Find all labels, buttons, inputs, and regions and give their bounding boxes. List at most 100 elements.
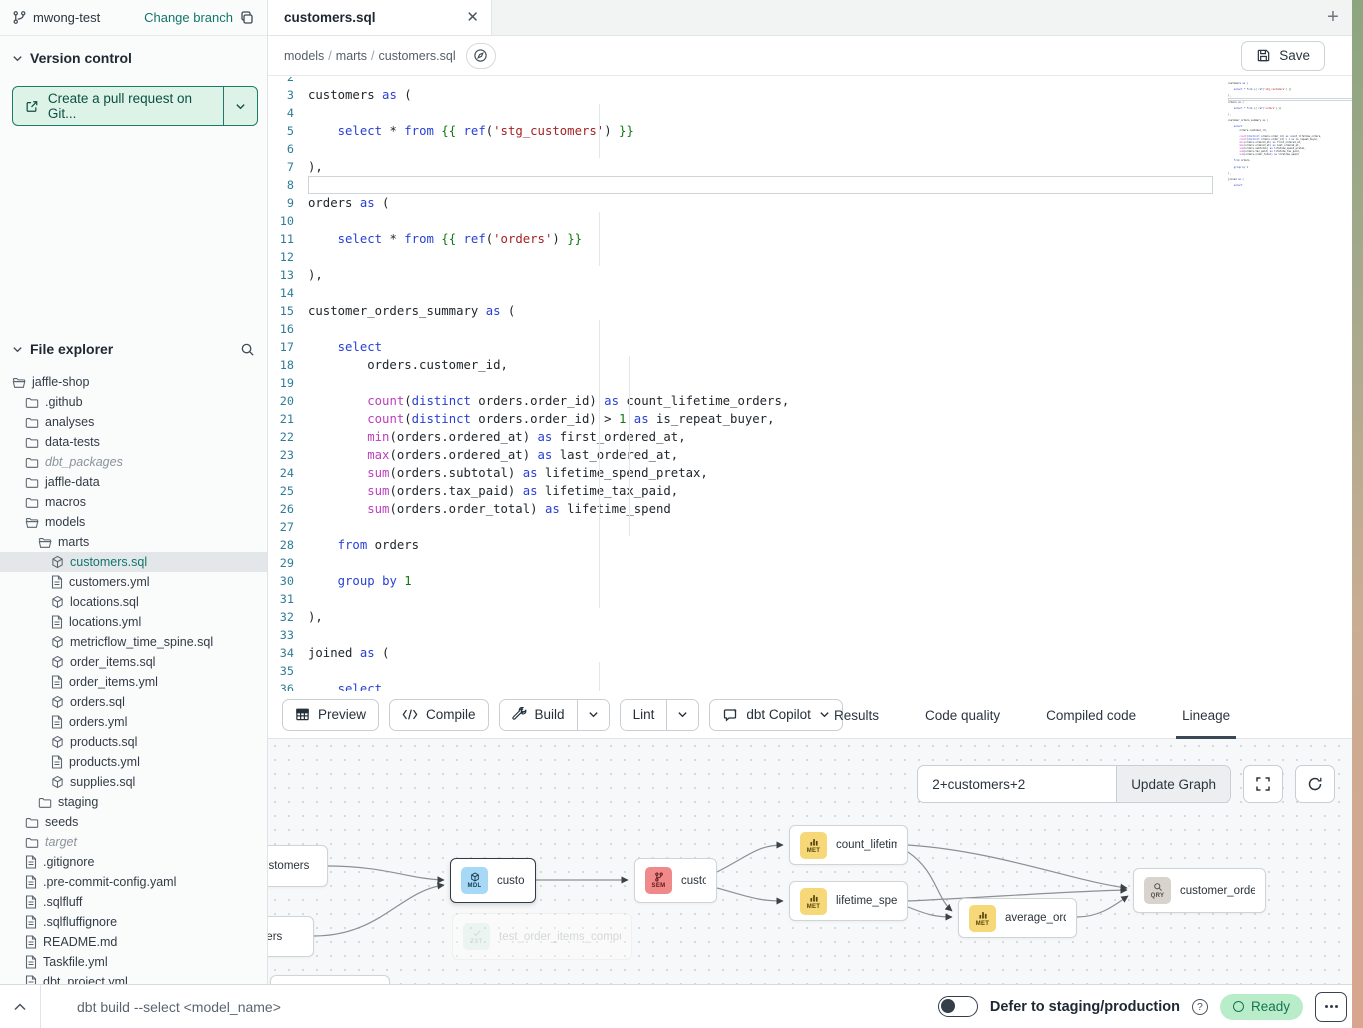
code-line-18[interactable]: 18 orders.customer_id, bbox=[268, 356, 1352, 374]
tree-item-locations-yml[interactable]: locations.yml bbox=[0, 612, 267, 632]
code-line-34[interactable]: 34joined as ( bbox=[268, 644, 1352, 662]
code-line-20[interactable]: 20 count(distinct orders.order_id) as co… bbox=[268, 392, 1352, 410]
code-editor[interactable]: 23customers as (45 select * from {{ ref(… bbox=[268, 77, 1352, 691]
panel-tab-results[interactable]: Results bbox=[828, 691, 885, 739]
search-icon[interactable] bbox=[240, 342, 255, 357]
tree-item--pre-commit-config-yaml[interactable]: .pre-commit-config.yaml bbox=[0, 872, 267, 892]
preview-button[interactable]: Preview bbox=[282, 699, 379, 731]
tree-item--sqlfluffignore[interactable]: .sqlfluffignore bbox=[0, 912, 267, 932]
code-line-25[interactable]: 25 sum(orders.tax_paid) as lifetime_tax_… bbox=[268, 482, 1352, 500]
lineage-node-lifetime_spend_pretax[interactable]: METlifetime_spend_pretax bbox=[789, 881, 908, 921]
tree-item-customers-yml[interactable]: customers.yml bbox=[0, 572, 267, 592]
tree-item-target[interactable]: target bbox=[0, 832, 267, 852]
collapse-panel-button[interactable] bbox=[0, 1003, 40, 1011]
code-line-10[interactable]: 10 bbox=[268, 212, 1352, 230]
refresh-button[interactable] bbox=[1295, 765, 1335, 803]
update-graph-button[interactable]: Update Graph bbox=[1116, 766, 1230, 802]
code-line-27[interactable]: 27 bbox=[268, 518, 1352, 536]
tree-item-macros[interactable]: macros bbox=[0, 492, 267, 512]
tree-item-products-sql[interactable]: products.sql bbox=[0, 732, 267, 752]
lineage-node-orders[interactable]: orders bbox=[268, 916, 314, 957]
tree-item-jaffle-data[interactable]: jaffle-data bbox=[0, 472, 267, 492]
panel-tab-code-quality[interactable]: Code quality bbox=[919, 691, 1006, 739]
tree-item-metricflow-time-spine-sql[interactable]: metricflow_time_spine.sql bbox=[0, 632, 267, 652]
code-line-29[interactable]: 29 bbox=[268, 554, 1352, 572]
panel-tab-lineage[interactable]: Lineage bbox=[1176, 691, 1236, 739]
create-pr-dropdown[interactable] bbox=[223, 87, 257, 125]
lineage-node-average_order_value[interactable]: METaverage_order_value bbox=[958, 898, 1077, 938]
tree-item-models[interactable]: models bbox=[0, 512, 267, 532]
more-options-button[interactable] bbox=[1315, 992, 1347, 1022]
lineage-node-customers-model[interactable]: MDLcustomers bbox=[450, 858, 536, 903]
tree-item-data-tests[interactable]: data-tests bbox=[0, 432, 267, 452]
code-line-23[interactable]: 23 max(orders.ordered_at) as last_ordere… bbox=[268, 446, 1352, 464]
defer-toggle[interactable] bbox=[938, 996, 978, 1017]
tree-item-customers-sql[interactable]: customers.sql bbox=[0, 552, 267, 572]
code-line-32[interactable]: 32), bbox=[268, 608, 1352, 626]
tree-item-marts[interactable]: marts bbox=[0, 532, 267, 552]
tree-item-order-items-sql[interactable]: order_items.sql bbox=[0, 652, 267, 672]
code-line-26[interactable]: 26 sum(orders.order_total) as lifetime_s… bbox=[268, 500, 1352, 518]
lint-dropdown[interactable] bbox=[666, 700, 698, 730]
code-line-21[interactable]: 21 count(distinct orders.order_id) > 1 a… bbox=[268, 410, 1352, 428]
copy-branch-icon[interactable] bbox=[239, 10, 255, 26]
code-line-30[interactable]: 30 group by 1 bbox=[268, 572, 1352, 590]
create-pr-button[interactable]: Create a pull request on Git... bbox=[12, 86, 258, 126]
code-line-5[interactable]: 5 select * from {{ ref('stg_customers') … bbox=[268, 122, 1352, 140]
code-line-24[interactable]: 24 sum(orders.subtotal) as lifetime_spen… bbox=[268, 464, 1352, 482]
tree-item--sqlfluff[interactable]: .sqlfluff bbox=[0, 892, 267, 912]
tree-item-orders-sql[interactable]: orders.sql bbox=[0, 692, 267, 712]
close-icon[interactable]: ✕ bbox=[466, 10, 479, 25]
fullscreen-button[interactable] bbox=[1243, 765, 1283, 803]
code-line-2[interactable]: 2 bbox=[268, 77, 1352, 86]
code-line-12[interactable]: 12 bbox=[268, 248, 1352, 266]
code-line-33[interactable]: 33 bbox=[268, 626, 1352, 644]
tree-item-orders-yml[interactable]: orders.yml bbox=[0, 712, 267, 732]
code-line-35[interactable]: 35 bbox=[268, 662, 1352, 680]
tree-item-locations-sql[interactable]: locations.sql bbox=[0, 592, 267, 612]
lineage-node-customers-semantic[interactable]: SEMcustomers bbox=[634, 858, 717, 903]
navigate-icon[interactable] bbox=[466, 43, 496, 69]
lineage-selector-input[interactable]: 2+customers+2 bbox=[918, 766, 1116, 802]
tree-item--github[interactable]: .github bbox=[0, 392, 267, 412]
code-line-13[interactable]: 13), bbox=[268, 266, 1352, 284]
tree-item-dbt-packages[interactable]: dbt_packages bbox=[0, 452, 267, 472]
code-line-19[interactable]: 19 bbox=[268, 374, 1352, 392]
panel-tab-compiled-code[interactable]: Compiled code bbox=[1040, 691, 1142, 739]
tree-item-taskfile-yml[interactable]: Taskfile.yml bbox=[0, 952, 267, 972]
code-line-6[interactable]: 6 bbox=[268, 140, 1352, 158]
lint-button[interactable]: Lint bbox=[621, 700, 667, 730]
lineage-node-count_lifetime_orders[interactable]: METcount_lifetime_orders bbox=[789, 825, 908, 865]
tree-item-readme-md[interactable]: README.md bbox=[0, 932, 267, 952]
new-tab-button[interactable]: + bbox=[1315, 0, 1351, 35]
code-line-14[interactable]: 14 bbox=[268, 284, 1352, 302]
version-control-header[interactable]: Version control bbox=[0, 36, 267, 80]
code-line-3[interactable]: 3customers as ( bbox=[268, 86, 1352, 104]
tree-item-jaffle-shop[interactable]: jaffle-shop bbox=[0, 372, 267, 392]
code-line-28[interactable]: 28 from orders bbox=[268, 536, 1352, 554]
help-icon[interactable]: ? bbox=[1192, 999, 1208, 1015]
code-line-31[interactable]: 31 bbox=[268, 590, 1352, 608]
dbt-command-input[interactable]: dbt build --select <model_name> bbox=[77, 999, 938, 1015]
lineage-node-test-order-items[interactable]: TSTtest_order_items_compute_to_bools... bbox=[452, 913, 632, 960]
tree-item-products-yml[interactable]: products.yml bbox=[0, 752, 267, 772]
lineage-node-partial-node[interactable] bbox=[270, 975, 390, 984]
tree-item--gitignore[interactable]: .gitignore bbox=[0, 852, 267, 872]
lineage-node-stg_customers[interactable]: stg_customers bbox=[268, 845, 328, 887]
file-explorer-header[interactable]: File explorer bbox=[0, 334, 267, 364]
code-line-8[interactable]: 8 bbox=[268, 176, 1352, 194]
lineage-canvas[interactable]: stg_customersorders MDLcustomers TSTtest_o… bbox=[268, 739, 1363, 984]
dbt-copilot-button[interactable]: dbt Copilot bbox=[709, 699, 843, 731]
code-line-4[interactable]: 4 bbox=[268, 104, 1352, 122]
lineage-node-customer_order_metrics[interactable]: QRYcustomer_order_metrics bbox=[1133, 868, 1266, 913]
code-line-36[interactable]: 36 select bbox=[268, 680, 1352, 691]
tree-item-seeds[interactable]: seeds bbox=[0, 812, 267, 832]
compile-button[interactable]: Compile bbox=[389, 699, 489, 731]
tree-item-staging[interactable]: staging bbox=[0, 792, 267, 812]
build-button[interactable]: Build bbox=[500, 700, 577, 730]
build-dropdown[interactable] bbox=[577, 700, 609, 730]
tab-customers-sql[interactable]: customers.sql ✕ bbox=[268, 0, 492, 35]
code-line-7[interactable]: 7), bbox=[268, 158, 1352, 176]
code-line-11[interactable]: 11 select * from {{ ref('orders') }} bbox=[268, 230, 1352, 248]
tree-item-order-items-yml[interactable]: order_items.yml bbox=[0, 672, 267, 692]
